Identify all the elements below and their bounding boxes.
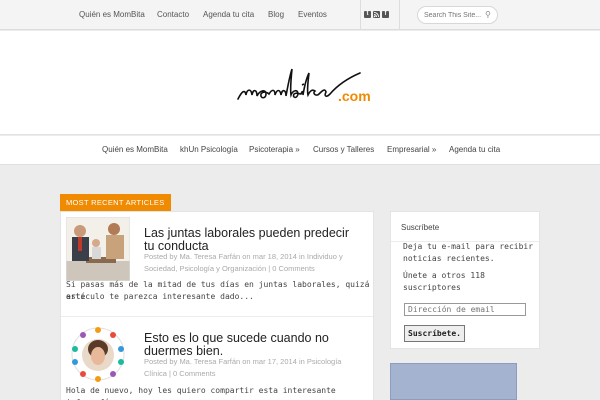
social-links: t f xyxy=(360,0,400,30)
sidebar-banner[interactable] xyxy=(390,363,517,400)
subscriber-count: suscriptores xyxy=(403,283,461,292)
email-field[interactable] xyxy=(404,303,526,316)
article-excerpt: Hola de nuevo, hoy les quiero compartir … xyxy=(66,386,336,400)
section-label: MOST RECENT ARTICLES xyxy=(60,194,171,211)
article-excerpt: artículo te parezca interesante dado... xyxy=(66,292,254,301)
site-header: .com xyxy=(0,31,600,135)
subscribe-description: Deja tu e-mail para recibir xyxy=(403,242,534,251)
nav-item-empresarial[interactable]: Empresarial » xyxy=(387,145,436,154)
article-thumbnail[interactable] xyxy=(66,217,130,281)
article-meta: Clínica | 0 Comments xyxy=(144,369,216,378)
article-meta: Sociedad, Psicología y Organización | 0 … xyxy=(144,264,315,273)
subscribe-description: noticias recientes. xyxy=(403,254,495,263)
top-bar: Quién es MomBita Contacto Agenda tu cita… xyxy=(0,0,600,30)
nav-item-psicoterapia[interactable]: Psicoterapia » xyxy=(249,145,300,154)
twitter-icon[interactable]: t xyxy=(364,11,371,18)
logo-suffix: .com xyxy=(338,88,371,104)
article-meta: Posted by Ma. Teresa Farfán on mar 17, 2… xyxy=(144,357,342,366)
article-meta: Posted by Ma. Teresa Farfán on mar 18, 2… xyxy=(144,252,343,261)
top-nav-eventos[interactable]: Eventos xyxy=(298,10,327,19)
top-nav-blog[interactable]: Blog xyxy=(268,10,284,19)
nav-item-agenda-tu-cita[interactable]: Agenda tu cita xyxy=(449,145,500,154)
search-input[interactable] xyxy=(424,10,484,21)
nav-item-cursos-y-talleres[interactable]: Cursos y Talleres xyxy=(313,145,374,154)
top-nav-agenda[interactable]: Agenda tu cita xyxy=(203,10,254,19)
top-nav-quien-es-mombita[interactable]: Quién es MomBita xyxy=(79,10,145,19)
rss-icon[interactable] xyxy=(373,11,380,18)
facebook-icon[interactable]: f xyxy=(382,11,389,18)
articles-list: Las juntas laborales pueden predecir tu … xyxy=(60,211,374,400)
subscribe-button[interactable]: Suscríbete. xyxy=(404,325,465,342)
subscribe-widget: Suscríbete Deja tu e-mail para recibir n… xyxy=(390,211,540,349)
nav-item-quien-es-mombita[interactable]: Quién es MomBita xyxy=(102,145,168,154)
widget-title: Suscríbete xyxy=(401,223,440,232)
search-box: ⚲ xyxy=(417,6,498,24)
article-thumbnail[interactable] xyxy=(66,322,130,386)
main-nav: Quién es MomBita khUn Psicología Psicote… xyxy=(0,136,600,165)
site-logo[interactable]: .com xyxy=(236,61,371,111)
article-divider xyxy=(61,316,373,317)
search-icon[interactable]: ⚲ xyxy=(485,10,491,19)
nav-item-khun-psicologia[interactable]: khUn Psicología xyxy=(180,145,238,154)
subscriber-count: Únete a otros 118 xyxy=(403,271,485,280)
top-nav-contacto[interactable]: Contacto xyxy=(157,10,189,19)
